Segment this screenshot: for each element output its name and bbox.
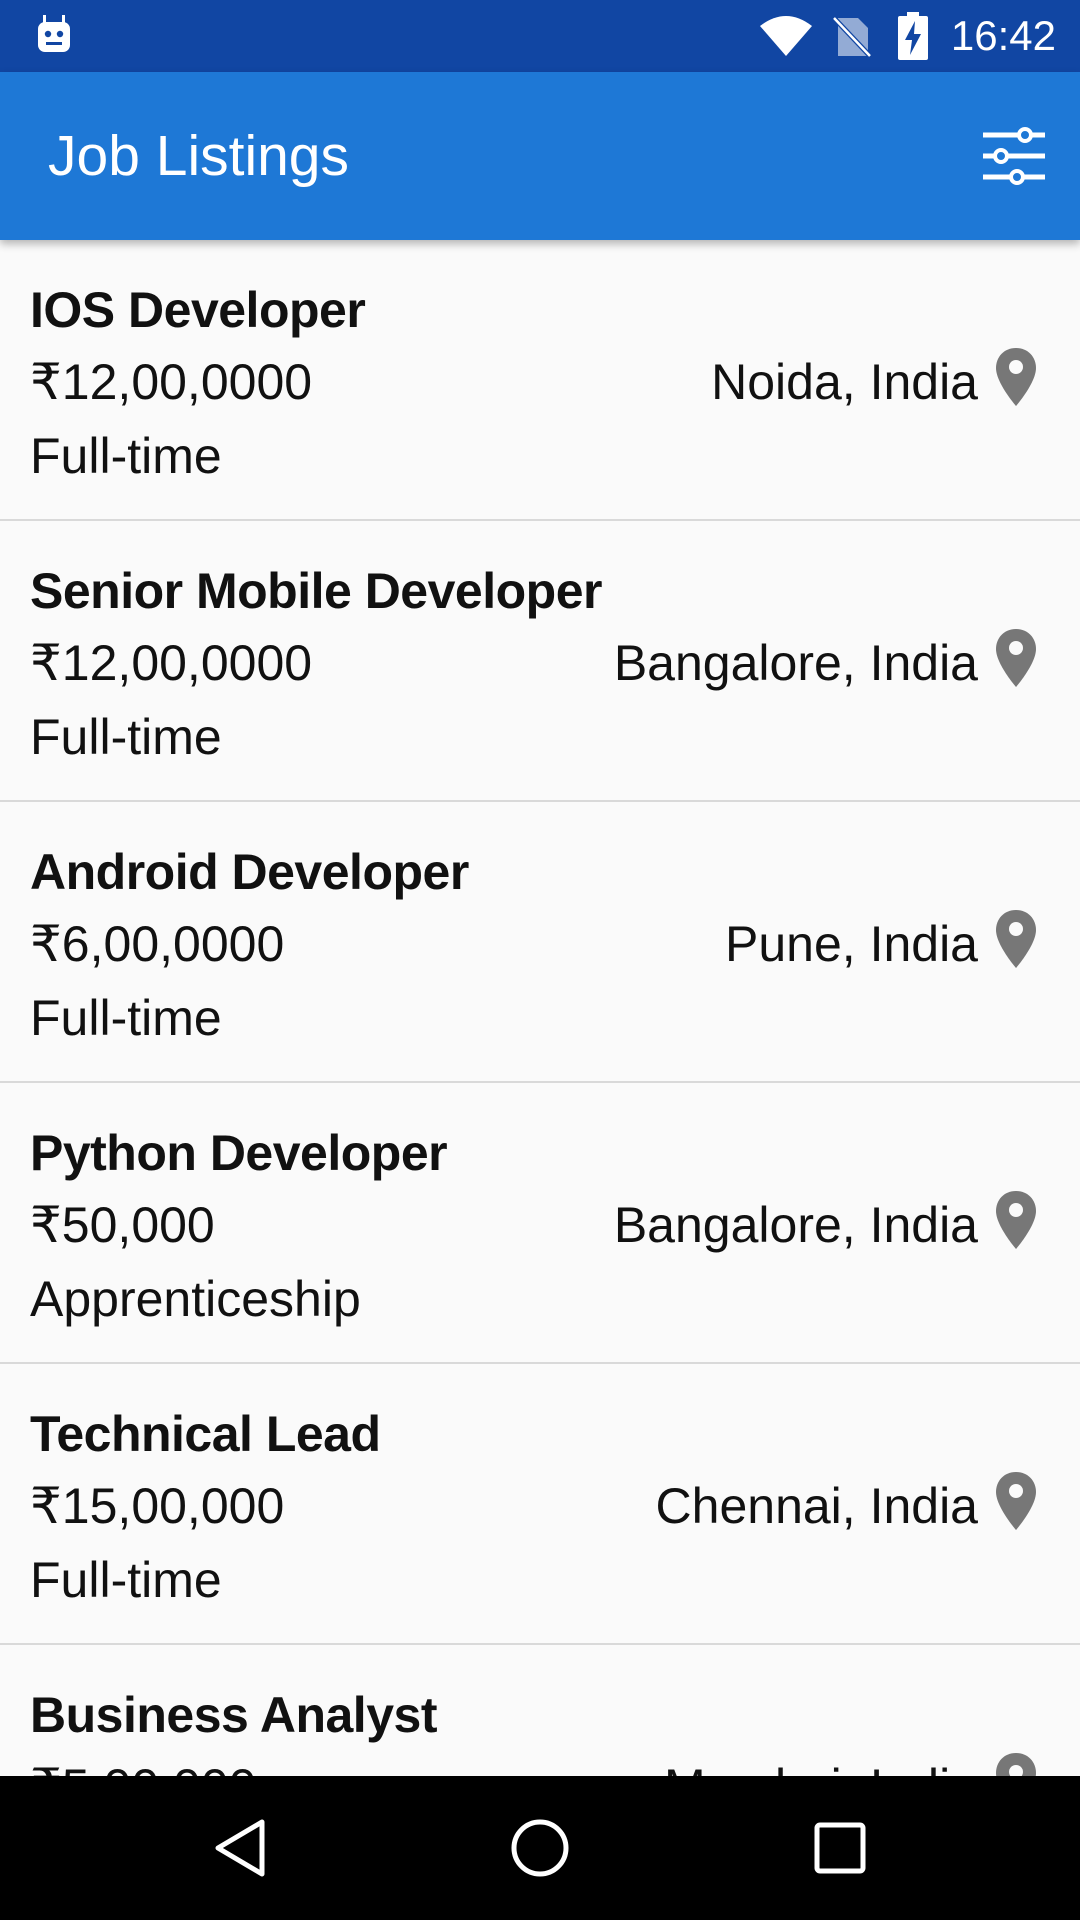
recent-apps-button[interactable] <box>804 1812 876 1884</box>
job-type: Full-time <box>30 428 222 484</box>
job-type: Full-time <box>30 1552 222 1608</box>
job-location: Bangalore, India <box>613 635 978 691</box>
job-list[interactable]: IOS Developer ₹12,00,0000 Full-time Noid… <box>0 240 1080 1776</box>
job-title: Senior Mobile Developer <box>30 563 602 619</box>
job-type: Full-time <box>30 990 222 1046</box>
battery-charging-icon <box>898 12 928 60</box>
android-icon <box>38 15 70 52</box>
job-type: Apprenticeship <box>30 1271 361 1327</box>
nav-bar <box>0 1776 1080 1920</box>
location-pin-icon <box>996 1191 1036 1249</box>
status-bar: 16:42 <box>0 0 1080 72</box>
location-pin-icon <box>996 348 1036 406</box>
location-pin-icon <box>996 629 1036 687</box>
job-row[interactable]: Python Developer ₹50,000 Apprenticeship … <box>0 1083 1080 1364</box>
no-sim-icon <box>832 16 872 58</box>
job-location: Noida, India <box>711 354 978 410</box>
location-pin-icon <box>996 1753 1036 1776</box>
home-button[interactable] <box>504 1812 576 1884</box>
job-title: Business Analyst <box>30 1687 437 1743</box>
back-button[interactable] <box>204 1812 276 1884</box>
job-location: Chennai, India <box>655 1478 978 1534</box>
job-title: Android Developer <box>30 844 469 900</box>
job-row[interactable]: Android Developer ₹6,00,0000 Full-time P… <box>0 802 1080 1083</box>
job-title: Technical Lead <box>30 1406 381 1462</box>
job-location: Pune, India <box>725 916 978 972</box>
job-type: Full-time <box>30 709 222 765</box>
status-time: 16:42 <box>950 12 1056 59</box>
job-salary: ₹12,00,0000 <box>30 635 313 691</box>
job-location: Bangalore, India <box>613 1197 978 1253</box>
home-icon <box>511 1819 569 1877</box>
location-pin-icon <box>996 910 1036 968</box>
page-title: Job Listings <box>48 124 350 188</box>
job-row[interactable]: Senior Mobile Developer ₹12,00,0000 Full… <box>0 521 1080 802</box>
job-title: Python Developer <box>30 1125 448 1181</box>
job-salary: ₹15,00,000 <box>30 1478 285 1534</box>
filter-button[interactable] <box>972 114 1056 198</box>
job-title: IOS Developer <box>30 282 366 338</box>
job-salary: ₹6,00,0000 <box>30 916 285 972</box>
back-icon <box>215 1819 265 1877</box>
wifi-icon <box>760 16 812 56</box>
job-row[interactable]: IOS Developer ₹12,00,0000 Full-time Noid… <box>0 240 1080 521</box>
screen: 16:42 Job Listings IOS Developer ₹12,00,… <box>0 0 1080 1920</box>
job-salary: ₹5,00,000 <box>30 1757 256 1776</box>
location-pin-icon <box>996 1472 1036 1530</box>
job-row[interactable]: Business Analyst ₹5,00,000 Mumbai, India <box>0 1645 1080 1776</box>
recent-apps-icon <box>814 1822 866 1874</box>
job-salary: ₹50,000 <box>30 1197 215 1253</box>
filter-sliders-icon <box>983 127 1045 185</box>
job-location: Mumbai, India <box>664 1757 978 1776</box>
app-bar: Job Listings <box>0 72 1080 240</box>
job-row[interactable]: Technical Lead ₹15,00,000 Full-time Chen… <box>0 1364 1080 1645</box>
job-salary: ₹12,00,0000 <box>30 354 313 410</box>
